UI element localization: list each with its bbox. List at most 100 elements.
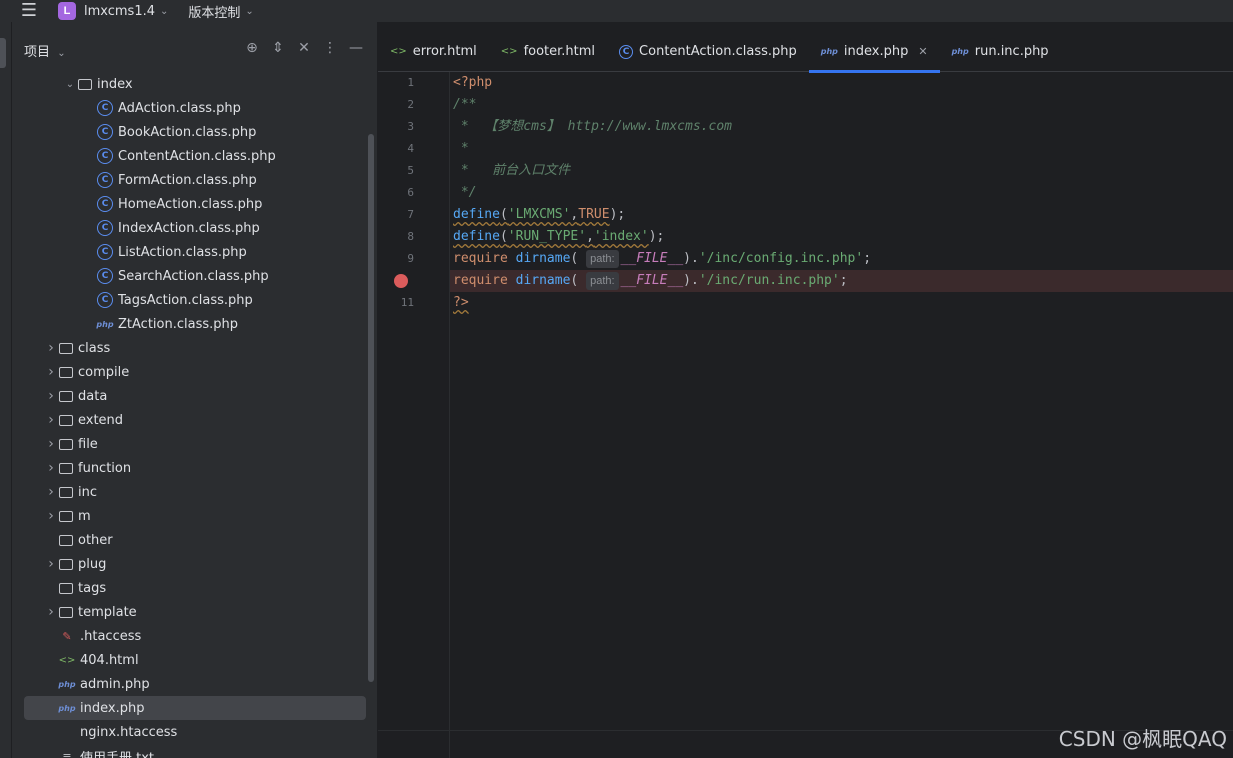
tree-item-label: ZtAction.class.php	[118, 316, 238, 332]
chevron-right-icon[interactable]: ›	[43, 388, 59, 404]
tree-item[interactable]: C IndexAction.class.php	[12, 216, 377, 240]
tree-item[interactable]: php admin.php	[12, 672, 377, 696]
editor-tab[interactable]: <> error.html	[378, 32, 489, 72]
tree-item[interactable]: other	[12, 528, 377, 552]
chevron-right-icon[interactable]: ›	[43, 412, 59, 428]
chevron-right-icon[interactable]: ›	[43, 340, 59, 356]
tree-item[interactable]: C AdAction.class.php	[12, 96, 377, 120]
line-number: 6	[407, 186, 414, 199]
chevron-right-icon[interactable]: ›	[43, 604, 59, 620]
code-line-4[interactable]: *	[450, 138, 1233, 160]
chevron-down-icon[interactable]: ⌄	[245, 6, 253, 17]
project-panel-title[interactable]: 项目 ⌄	[24, 41, 66, 60]
code-line-11[interactable]: ?>	[450, 292, 1233, 314]
editor-tab[interactable]: php run.inc.php	[940, 32, 1061, 72]
code-line-10[interactable]: require dirname( path: __FILE__).'/inc/ru…	[450, 270, 1233, 292]
chevron-right-icon[interactable]: ›	[43, 460, 59, 476]
tree-item[interactable]: › extend	[12, 408, 377, 432]
tree-item[interactable]: C ContentAction.class.php	[12, 144, 377, 168]
tree-scrollbar[interactable]	[368, 134, 374, 682]
tree-item[interactable]: › template	[12, 600, 377, 624]
close-icon[interactable]: ✕	[918, 45, 927, 58]
code-line-2[interactable]: /**	[450, 94, 1233, 116]
collapse-all-icon[interactable]: ✕	[297, 40, 311, 56]
class-file-icon: C	[97, 244, 113, 260]
code-line-7[interactable]: define('LMXCMS',TRUE);	[450, 204, 1233, 226]
code-line-6[interactable]: */	[450, 182, 1233, 204]
tree-item[interactable]: › plug	[12, 552, 377, 576]
editor-tab[interactable]: php index.php ✕	[808, 32, 940, 73]
expand-all-icon[interactable]: ⇕	[271, 40, 285, 56]
locate-icon[interactable]: ⊕	[245, 40, 259, 56]
hide-icon[interactable]: —	[349, 40, 363, 56]
tree-item[interactable]: <> 404.html	[12, 648, 377, 672]
php-file-icon: php	[58, 703, 76, 713]
punct: );	[609, 207, 626, 222]
code-area[interactable]: <?php /** * 【梦想cms】 http://www.lmxcms.co…	[450, 72, 1233, 758]
project-name[interactable]: lmxcms1.4	[84, 4, 155, 19]
chevron-right-icon[interactable]: ›	[43, 508, 59, 524]
tree-item[interactable]: php ZtAction.class.php	[12, 312, 377, 336]
chevron-right-icon[interactable]: ›	[43, 364, 59, 380]
editor-gutter[interactable]: 1 2 3 4 5 6 7 8 9 11	[378, 72, 450, 758]
tree-item[interactable]: › class	[12, 336, 377, 360]
html-file-icon: <>	[500, 46, 518, 57]
tree-item[interactable]: › data	[12, 384, 377, 408]
line-number: 2	[407, 98, 414, 111]
editor-tab[interactable]: C ContentAction.class.php	[607, 32, 809, 72]
folder-icon	[59, 534, 73, 546]
tab-label: index.php	[843, 44, 909, 59]
tree-item[interactable]: C SearchAction.class.php	[12, 264, 377, 288]
tree-item[interactable]: php index.php	[24, 696, 366, 720]
php-open-tag: <?php	[453, 75, 493, 90]
tree-item[interactable]: ✎ .htaccess	[12, 624, 377, 648]
tree-item[interactable]: C TagsAction.class.php	[12, 288, 377, 312]
punct: (	[499, 229, 508, 244]
code-line-9[interactable]: require dirname( path: __FILE__).'/inc/co…	[450, 248, 1233, 270]
tree-item[interactable]: tags	[12, 576, 377, 600]
punct: (	[570, 273, 579, 288]
php-file-icon: php	[951, 47, 969, 56]
tree-item[interactable]: › m	[12, 504, 377, 528]
tree-item[interactable]: C HomeAction.class.php	[12, 192, 377, 216]
code-line-8[interactable]: define('RUN_TYPE','index');	[450, 226, 1233, 248]
string: 'RUN_TYPE'	[507, 229, 587, 244]
tree-item[interactable]: C FormAction.class.php	[12, 168, 377, 192]
string: '/inc/run.inc.php'	[698, 273, 840, 288]
chevron-right-icon[interactable]: ›	[43, 556, 59, 572]
chevron-down-icon[interactable]: ⌄	[62, 79, 78, 90]
options-icon[interactable]: ⋮	[323, 40, 337, 56]
tree-item[interactable]: › file	[12, 432, 377, 456]
code-line-1[interactable]: <?php	[450, 72, 1233, 94]
tree-item[interactable]: nginx.htaccess	[12, 720, 377, 744]
tree-item[interactable]: C BookAction.class.php	[12, 120, 377, 144]
chevron-down-icon[interactable]: ⌄	[160, 6, 168, 17]
breakpoint-icon[interactable]	[394, 274, 408, 288]
project-badge[interactable]: L	[58, 2, 76, 20]
file-icon	[59, 724, 75, 740]
watermark: CSDN @枫眠QAQ	[1058, 727, 1227, 751]
tree-item-label: HomeAction.class.php	[118, 196, 263, 212]
editor-tab[interactable]: <> footer.html	[489, 32, 607, 72]
chevron-down-icon: ⌄	[54, 47, 66, 59]
code-line-3[interactable]: * 【梦想cms】 http://www.lmxcms.com	[450, 116, 1233, 138]
tree-item[interactable]: › compile	[12, 360, 377, 384]
tree-item[interactable]: › function	[12, 456, 377, 480]
tree-item-label: AdAction.class.php	[118, 100, 241, 116]
line-number: 5	[407, 164, 414, 177]
class-file-icon: C	[97, 292, 113, 308]
comment: * 前台入口文件	[453, 163, 571, 178]
tree-item[interactable]: ⌄ index	[12, 72, 377, 96]
tree-item[interactable]: ≡ 使用手册.txt	[12, 744, 377, 758]
project-tool-button[interactable]	[0, 38, 6, 68]
code-line-5[interactable]: * 前台入口文件	[450, 160, 1233, 182]
chevron-right-icon[interactable]: ›	[43, 436, 59, 452]
tree-item[interactable]: C ListAction.class.php	[12, 240, 377, 264]
class-file-icon: C	[97, 220, 113, 236]
string: 'index'	[593, 229, 649, 244]
vcs-menu[interactable]: 版本控制	[188, 2, 240, 21]
tree-item[interactable]: › inc	[12, 480, 377, 504]
parameter-hint: path:	[586, 250, 619, 268]
main-menu-icon[interactable]: ☰	[0, 0, 58, 22]
chevron-right-icon[interactable]: ›	[43, 484, 59, 500]
